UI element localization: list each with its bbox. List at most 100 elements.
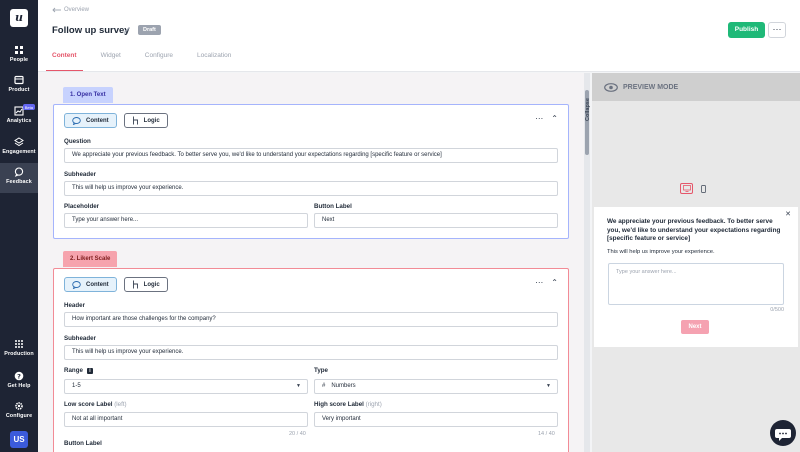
beta-badge: Beta: [22, 104, 35, 110]
range-label: Range: [64, 367, 83, 374]
layers-icon: [14, 137, 24, 147]
subheader-input[interactable]: This will help us improve your experienc…: [64, 345, 558, 360]
user-avatar[interactable]: US: [10, 431, 28, 448]
high-score-label: High score Label (right): [314, 401, 382, 408]
range-select[interactable]: 1-5 ▼: [64, 379, 308, 394]
pencil-icon[interactable]: [123, 26, 131, 34]
placeholder-input[interactable]: Type your answer here...: [64, 213, 308, 228]
svg-text:?: ?: [17, 372, 21, 380]
sidebar-item-label: Engagement: [2, 149, 36, 155]
range-label-row: Range i: [64, 367, 93, 374]
preview-question: We appreciate your previous feedback. To…: [607, 218, 781, 242]
survey-preview-card: ✕ We appreciate your previous feedback. …: [594, 207, 798, 347]
grid-icon: [15, 340, 23, 348]
status-badge: Draft: [138, 25, 161, 35]
preview-subheader: This will help us improve your experienc…: [607, 249, 715, 255]
question-input[interactable]: We appreciate your previous feedback. To…: [64, 148, 558, 163]
gear-icon: [15, 402, 23, 410]
help-icon: ?: [14, 371, 24, 380]
subheader-label: Subheader: [64, 171, 96, 178]
breadcrumb-label: Overview: [64, 7, 90, 13]
sidebar-item-label: Feedback: [6, 179, 32, 185]
info-icon[interactable]: i: [86, 367, 93, 374]
low-score-hint: (left): [114, 401, 127, 408]
collapse-label: Collapse: [585, 98, 591, 121]
chevron-up-icon[interactable]: ⌃: [551, 278, 558, 287]
low-score-input[interactable]: Not at all important: [64, 412, 308, 427]
subheader-input[interactable]: This will help us improve your experienc…: [64, 181, 558, 196]
arrow-left-icon: [52, 7, 61, 13]
button-label-label: Button Label: [64, 440, 102, 447]
chat-bubble-icon: [72, 116, 81, 125]
chevron-up-icon[interactable]: ⌃: [551, 114, 558, 123]
question-tag[interactable]: 2. Likert Scale: [63, 251, 118, 267]
sidebar-item-configure[interactable]: Configure: [0, 397, 38, 427]
range-select-value: 1-5: [72, 383, 81, 389]
product-icon: [14, 75, 24, 85]
chat-bubble-icon: [72, 280, 81, 289]
content-toggle-label: Content: [86, 117, 109, 124]
logic-toggle-label: Logic: [143, 281, 160, 288]
button-label-input[interactable]: Next: [314, 213, 558, 228]
desktop-preview-button[interactable]: [680, 183, 693, 194]
content-logic-toggle: Content Logic: [64, 277, 168, 292]
tab-configure[interactable]: Configure: [145, 52, 173, 71]
eye-icon: [604, 82, 618, 92]
mobile-preview-button[interactable]: [697, 183, 710, 194]
sidebar-item-label: Configure: [5, 413, 33, 419]
high-score-label-text: High score Label: [314, 401, 364, 408]
preview-mode-label: PREVIEW MODE: [623, 83, 679, 91]
close-icon[interactable]: ✕: [785, 210, 791, 218]
logic-toggle-button[interactable]: Logic: [123, 113, 168, 128]
logic-branch-icon: [132, 116, 138, 125]
people-icon: [15, 46, 23, 54]
type-select-value: Numbers: [331, 383, 356, 389]
sidebar-item-production[interactable]: Production: [0, 335, 38, 365]
hash-icon: #: [322, 383, 326, 389]
high-score-input[interactable]: Very important: [314, 412, 558, 427]
publish-button[interactable]: Publish: [728, 22, 765, 38]
tab-content[interactable]: Content: [46, 52, 83, 71]
low-score-label: Low score Label (left): [64, 401, 127, 408]
app-logo[interactable]: u: [10, 9, 28, 27]
mobile-icon: [701, 184, 706, 193]
preview-answer-textarea[interactable]: Type your answer here...: [608, 263, 784, 305]
tab-widget[interactable]: Widget: [101, 52, 121, 71]
more-options-button[interactable]: ⋯: [768, 22, 786, 38]
device-toggle: [680, 183, 710, 194]
sidebar-item-label: Production: [4, 351, 34, 357]
logic-toggle-button[interactable]: Logic: [123, 277, 168, 292]
tab-localization[interactable]: Localization: [197, 52, 231, 71]
content-toggle-button[interactable]: Content: [64, 113, 117, 128]
sidebar-item-get-help[interactable]: ? Get Help: [0, 367, 38, 397]
question-card-open-text: Content Logic ⋯ ⌃ Question We appreciate…: [53, 104, 569, 239]
preview-panel: PREVIEW MODE ✕ We appreciate your previo…: [592, 73, 800, 452]
preview-next-button[interactable]: Next: [681, 320, 709, 334]
sidebar-item-feedback[interactable]: Feedback: [0, 163, 38, 193]
caret-down-icon: ▼: [546, 383, 551, 389]
sidebar-item-analytics[interactable]: Beta Analytics: [0, 102, 38, 132]
preview-char-counter: 0/500: [770, 307, 784, 313]
content-logic-toggle: Content Logic: [64, 113, 168, 128]
sidebar-item-engagement[interactable]: Engagement: [0, 133, 38, 163]
desktop-icon: [682, 185, 691, 192]
support-chat-button[interactable]: [770, 420, 796, 446]
card-actions: ⋯ ⌃: [535, 114, 558, 123]
more-icon[interactable]: ⋯: [535, 278, 543, 287]
more-icon[interactable]: ⋯: [535, 114, 543, 123]
content-toggle-label: Content: [86, 281, 109, 288]
sidebar-item-label: Product: [8, 87, 30, 93]
header-input[interactable]: How important are those challenges for t…: [64, 312, 558, 327]
content-toggle-button[interactable]: Content: [64, 277, 117, 292]
breadcrumb[interactable]: Overview: [52, 7, 89, 13]
tab-bar: Content Widget Configure Localization: [46, 52, 255, 71]
question-label: Question: [64, 138, 91, 145]
logic-branch-icon: [132, 280, 138, 289]
type-select[interactable]: # Numbers ▼: [314, 379, 558, 394]
sidebar-item-people[interactable]: People: [0, 41, 38, 71]
page-title: Follow up survey: [52, 25, 130, 36]
sidebar-item-product[interactable]: Product: [0, 71, 38, 101]
button-label-label: Button Label: [314, 203, 352, 210]
sidebar: u People Product Beta Analytics Engageme…: [0, 0, 38, 452]
question-tag[interactable]: 1. Open Text: [63, 87, 113, 103]
